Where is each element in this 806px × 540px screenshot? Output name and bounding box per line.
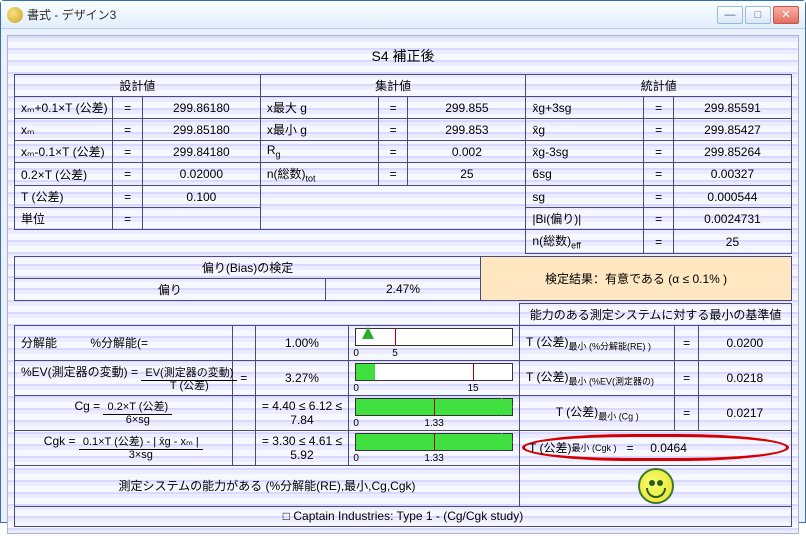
design-r4-val: 0.02000 (142, 163, 260, 186)
col-design-header: 設計値 (15, 75, 261, 97)
bias-value: 2.47% (325, 278, 480, 300)
close-button[interactable]: ✕ (773, 6, 799, 24)
stat-r1-val: 299.85591 (673, 97, 791, 119)
design-r1-label: xₘ+0.1×T (公差) (15, 97, 113, 119)
bias-result: 検定結果：有意である (α ≤ 0.1% ) (481, 256, 792, 300)
maximize-button[interactable]: □ (745, 6, 771, 24)
design-r6-label: 単位 (15, 208, 113, 230)
stat-r3-val: 299.85264 (673, 141, 791, 163)
collect-r2-label: x最小 g (267, 123, 307, 137)
collect-r2-val: 299.853 (408, 119, 526, 141)
stat-r2-label: x̄g (532, 123, 545, 137)
stat-r4-label: 6sg (532, 167, 551, 181)
cap-row3-val: = 4.40 ≤ 6.12 ≤ 7.84 (255, 395, 348, 430)
report-sheet: S4 補正後 設計値 集計値 統計値 xₘ+0.1×T (公差)=299.861… (7, 35, 799, 534)
cap-row3-left: Cg = (74, 399, 100, 413)
bias-section-header: 偏り(Bias)の検定 (15, 256, 481, 278)
gauge-cgk: 0 1.33 (355, 433, 513, 451)
stat-r3-label: x̄g-3sg (532, 145, 568, 159)
design-r2-label: xₘ (15, 119, 113, 141)
cap-row1-left: 分解能 (21, 336, 57, 350)
col-stat-header: 統計値 (526, 75, 792, 97)
stat-r6-val: 0.0024731 (673, 208, 791, 230)
stat-r7-val: 25 (673, 230, 791, 253)
design-r2-val: 299.85180 (142, 119, 260, 141)
cap-row4-left: Cgk = (44, 434, 76, 448)
cap-row2-min: 0.0218 (698, 360, 791, 395)
gauge-cg: 0 1.33 (355, 398, 513, 416)
app-window: 書式 - デザイン3 — □ ✕ S4 補正後 設計値 集計値 統計値 (0, 0, 806, 523)
cap-row1-min: 0.0200 (698, 325, 791, 360)
design-r3-label: xₘ-0.1×T (公差) (15, 141, 113, 163)
gauge-ev: 0 15 (355, 363, 513, 381)
highlight-ellipse: T (公差)最小 (Cgk ) = 0.0464 (522, 434, 789, 461)
design-r1-val: 299.86180 (142, 97, 260, 119)
window-title: 書式 - デザイン3 (27, 6, 116, 23)
footer-study: □ Captain Industries: Type 1 - (Cg/Cgk s… (15, 506, 792, 526)
collect-r3-val: 0.002 (408, 141, 526, 163)
design-r5-val: 0.100 (142, 186, 260, 208)
gauge-resolution: 0 5 (355, 328, 513, 346)
page-title: S4 補正後 (14, 40, 792, 74)
cap-row4-min: 0.0464 (650, 441, 687, 455)
cap-row2-left: %EV(測定器の変動) = (21, 365, 138, 379)
cap-row1-val: 1.00% (255, 325, 348, 360)
collect-r4-val: 25 (408, 163, 526, 186)
collect-r1-val: 299.855 (408, 97, 526, 119)
stat-r7-label: n(総数) (532, 234, 571, 248)
minimize-button[interactable]: — (717, 6, 743, 24)
capability-summary: 測定システムの能力がある (%分解能(RE),最小,Cg,Cgk) (15, 465, 520, 506)
cap-row3-min: 0.0217 (698, 395, 791, 430)
design-r5-label: T (公差) (15, 186, 113, 208)
design-r4-label: 0.2×T (公差) (15, 163, 113, 186)
capability-table: 能力のある測定システムに対する最小の基準値 分解能 %分解能(= 1.00% (14, 303, 792, 527)
stat-r6-label: |Bi(偏り)| (526, 208, 644, 230)
cap-row2-val: 3.27% (255, 360, 348, 395)
stat-r5-label: sg (532, 190, 545, 204)
collect-r3-label: R (267, 143, 276, 157)
stat-r5-val: 0.000544 (673, 186, 791, 208)
collect-r4-label: n(総数) (267, 167, 306, 181)
col-collect-header: 集計値 (260, 75, 526, 97)
values-table: 設計値 集計値 統計値 xₘ+0.1×T (公差)=299.86180 x最大 … (14, 74, 792, 254)
cap-row4-val: = 3.30 ≤ 4.61 ≤ 5.92 (255, 430, 348, 465)
design-r3-val: 299.84180 (142, 141, 260, 163)
collect-r1-label: x最大 g (267, 101, 307, 115)
app-icon (7, 7, 23, 23)
design-r6-val (142, 208, 260, 230)
bias-table: 偏り(Bias)の検定 検定結果：有意である (α ≤ 0.1% ) 偏り 2.… (14, 256, 792, 301)
stat-r2-val: 299.85427 (673, 119, 791, 141)
bias-label: 偏り (15, 278, 326, 300)
stat-r4-val: 0.00327 (673, 163, 791, 186)
client-area: S4 補正後 設計値 集計値 統計値 xₘ+0.1×T (公差)=299.861… (1, 29, 805, 540)
stat-r1-label: x̄g+3sg (526, 97, 644, 119)
smiley-icon (638, 468, 674, 504)
titlebar[interactable]: 書式 - デザイン3 — □ ✕ (1, 1, 805, 29)
caps-header-right: 能力のある測定システムに対する最小の基準値 (520, 303, 792, 325)
